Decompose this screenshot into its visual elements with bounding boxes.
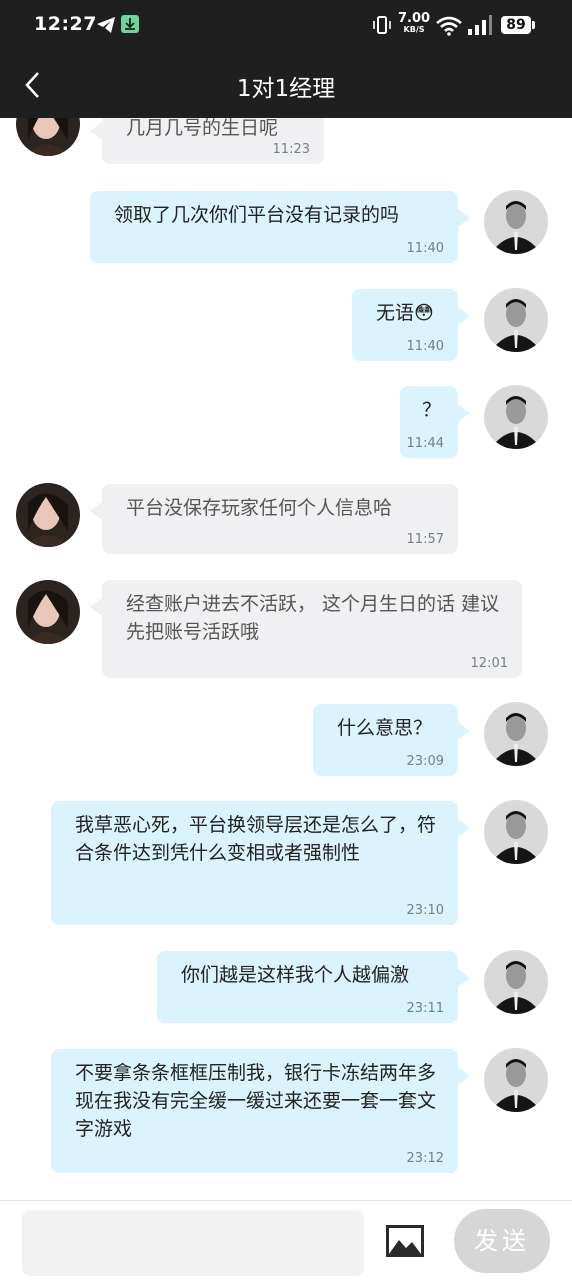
message-text: 经查账户进去不活跃， 这个月生日的话 建议先把账号活跃哦 xyxy=(126,593,500,643)
message-time: 23:12 xyxy=(406,1151,444,1166)
message-time: 11:44 xyxy=(406,436,444,451)
download-icon xyxy=(121,15,139,33)
image-button[interactable] xyxy=(385,1224,425,1258)
net-speed: 7.00 KB/S xyxy=(398,11,431,34)
message-text: 不要拿条条框框压制我，银行卡冻结两年多现在我没有完全缓一缓过来还要一套一套文字游… xyxy=(75,1062,437,1140)
agent-avatar[interactable] xyxy=(16,580,80,644)
user-avatar[interactable] xyxy=(484,1048,548,1112)
user-avatar[interactable] xyxy=(484,190,548,254)
user-avatar[interactable] xyxy=(484,702,548,766)
status-time: 12:27 xyxy=(34,13,97,35)
user-avatar[interactable] xyxy=(484,288,548,352)
message-time: 11:57 xyxy=(406,532,444,547)
message-time: 11:40 xyxy=(406,241,444,256)
telegram-icon xyxy=(96,16,116,38)
image-icon xyxy=(386,1225,424,1257)
message-text: 我草恶心死，平台换领导层还是怎么了，符合条件达到凭什么变相或者强制性 xyxy=(75,814,437,864)
message-text: 什么意思？ xyxy=(337,717,433,739)
message-text: 无语😳 xyxy=(376,302,434,324)
message-bubble[interactable]: 无语😳 11:40 xyxy=(352,289,470,361)
user-avatar[interactable] xyxy=(484,950,548,1014)
message-time: 23:10 xyxy=(406,903,444,918)
message-text: 几月几号的生日呢 xyxy=(126,118,279,139)
message-text: 领取了几次你们平台没有记录的吗 xyxy=(114,204,400,226)
message-bubble[interactable]: 不要拿条条框框压制我，银行卡冻结两年多现在我没有完全缓一缓过来还要一套一套文字游… xyxy=(51,1049,470,1173)
message-bubble[interactable]: 平台没保存玩家任何个人信息哈 11:57 xyxy=(90,484,458,554)
message-time: 11:23 xyxy=(272,142,310,157)
page-title: 1对1经理 xyxy=(236,76,336,102)
agent-avatar[interactable] xyxy=(16,483,80,547)
message-bubble[interactable]: 经查账户进去不活跃， 这个月生日的话 建议先把账号活跃哦 12:01 xyxy=(90,580,522,678)
signal-icon xyxy=(467,14,493,40)
message-bubble[interactable]: 我草恶心死，平台换领导层还是怎么了，符合条件达到凭什么变相或者强制性 23:10 xyxy=(51,801,470,925)
chat-list[interactable]: 几月几号的生日呢 11:23 领取了几次你们平台没有记录的吗 11:40 无语😳… xyxy=(0,118,572,1200)
vibrate-icon xyxy=(372,15,392,39)
input-bar: 发送 xyxy=(0,1200,572,1281)
header-bar: 1对1经理 xyxy=(0,52,572,118)
status-bar: 12:27 7.00 KB/S 89 xyxy=(0,0,572,52)
message-bubble[interactable]: 领取了几次你们平台没有记录的吗 11:40 xyxy=(90,191,470,263)
agent-avatar[interactable] xyxy=(16,118,80,156)
message-bubble[interactable]: 几月几号的生日呢 11:23 xyxy=(90,118,324,164)
message-bubble[interactable]: 什么意思？ 23:09 xyxy=(313,704,470,776)
message-bubble[interactable]: 你们越是这样我个人越偏激 23:11 xyxy=(157,951,470,1023)
message-time: 12:01 xyxy=(470,656,508,671)
message-time: 23:11 xyxy=(406,1001,444,1016)
wifi-icon xyxy=(435,16,463,40)
message-time: 23:09 xyxy=(406,754,444,769)
message-input[interactable] xyxy=(22,1210,364,1276)
user-avatar[interactable] xyxy=(484,385,548,449)
message-text: ？ xyxy=(422,399,442,421)
message-text: 平台没保存玩家任何个人信息哈 xyxy=(126,497,393,519)
message-time: 11:40 xyxy=(406,339,444,354)
user-avatar[interactable] xyxy=(484,800,548,864)
message-bubble[interactable]: ？ 11:44 xyxy=(400,386,470,458)
message-text: 你们越是这样我个人越偏激 xyxy=(181,964,410,986)
net-speed-unit: KB/S xyxy=(403,25,425,34)
battery-level: 89 xyxy=(501,16,535,34)
send-button[interactable]: 发送 xyxy=(454,1209,550,1273)
